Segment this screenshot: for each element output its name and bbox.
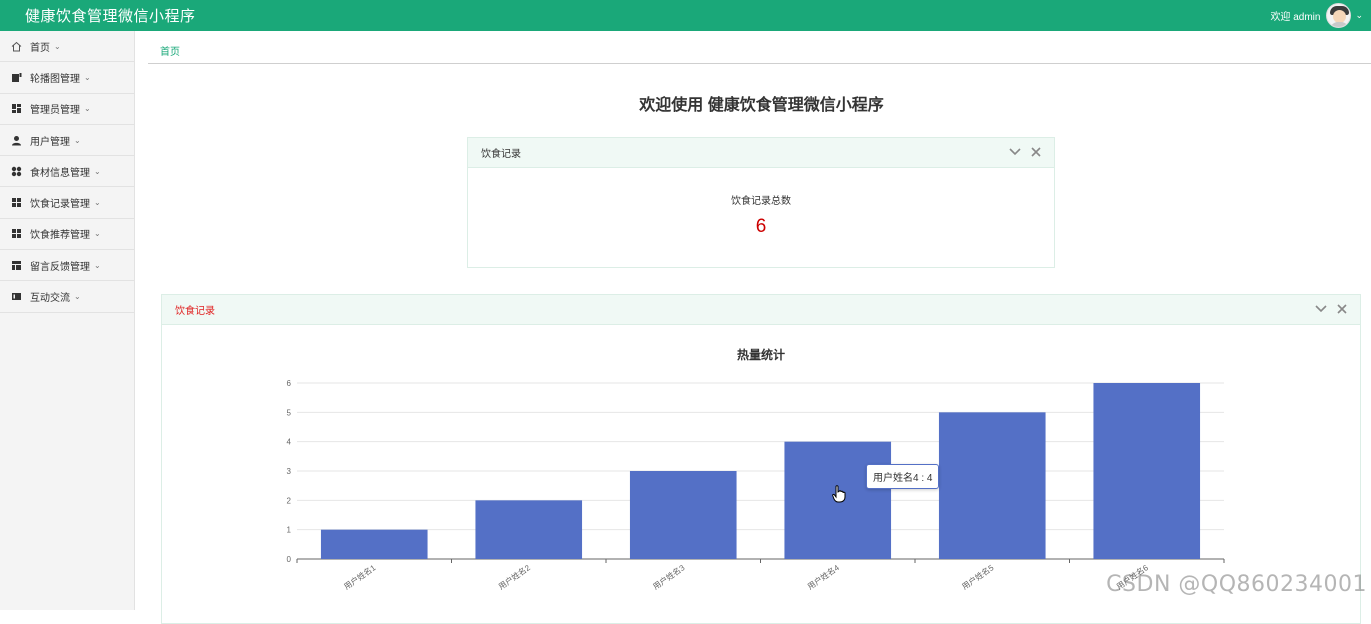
x-tick-label: 用户姓名3 [651,562,687,591]
y-tick-label: 3 [287,467,292,476]
x-tick-label: 用户姓名2 [496,562,532,591]
watermark: CSDN @QQ860234001 [1106,572,1367,597]
hand-cursor-icon [832,485,846,503]
bar [320,529,428,559]
y-tick-label: 2 [287,496,292,505]
bar-chart: 0123456用户姓名1 用户姓名2 用户姓名3 用户姓名4 用户姓名5 用户姓名6 [287,379,1225,592]
x-tick-label: 用户姓名4 [805,562,841,591]
y-tick-label: 4 [287,438,292,447]
y-tick-label: 6 [287,379,292,388]
y-tick-label: 1 [287,526,292,535]
bar [1093,383,1201,559]
y-tick-label: 0 [287,555,292,564]
x-tick-label: 用户姓名5 [960,562,996,591]
chart-tooltip: 用户姓名4 : 4 [866,464,940,489]
y-tick-label: 5 [287,408,292,417]
bar [938,412,1046,559]
bar [475,500,583,559]
x-tick-label: 用户姓名1 [342,562,378,591]
bar [629,471,737,559]
